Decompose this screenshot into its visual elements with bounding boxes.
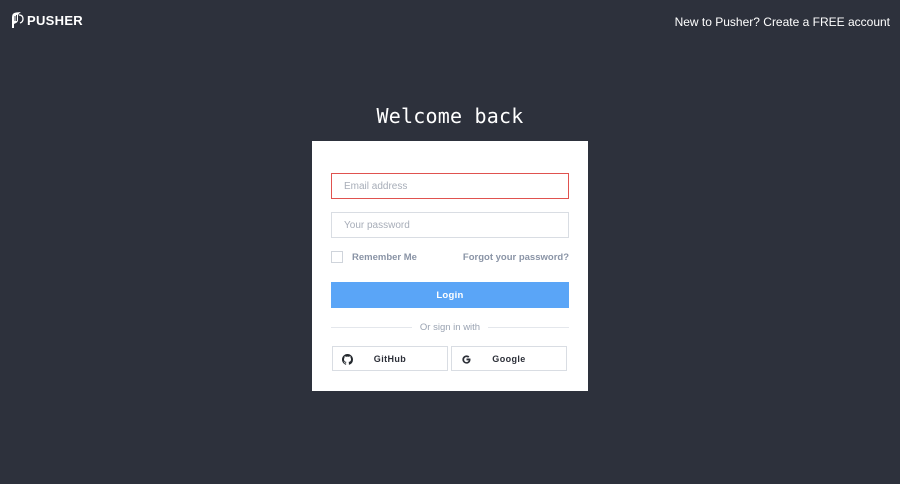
- create-account-link[interactable]: New to Pusher? Create a FREE account: [675, 15, 890, 29]
- password-field[interactable]: [331, 212, 569, 238]
- divider-line-left: [331, 326, 412, 328]
- login-button[interactable]: Login: [331, 282, 569, 308]
- divider-line-right: [488, 326, 569, 328]
- page-title: Welcome back: [376, 104, 524, 128]
- email-field[interactable]: [331, 173, 569, 199]
- login-card: Remember Me Forgot your password? Login …: [312, 141, 588, 391]
- top-bar: PUSHER New to Pusher? Create a FREE acco…: [0, 0, 900, 44]
- pusher-logo[interactable]: PUSHER: [10, 11, 83, 29]
- google-label: Google: [492, 354, 526, 364]
- remember-me-toggle[interactable]: Remember Me: [331, 251, 417, 263]
- github-label: GitHub: [373, 354, 407, 364]
- remember-me-label: Remember Me: [352, 251, 417, 263]
- forgot-password-link[interactable]: Forgot your password?: [463, 252, 569, 263]
- pusher-logo-icon: [12, 12, 24, 28]
- social-divider: Or sign in with: [331, 321, 569, 333]
- google-signin-button[interactable]: Google: [451, 346, 567, 371]
- remember-me-checkbox[interactable]: [331, 251, 343, 263]
- divider-text: Or sign in with: [419, 321, 481, 333]
- github-signin-button[interactable]: GitHub: [332, 346, 448, 371]
- brand-name: PUSHER: [27, 12, 83, 28]
